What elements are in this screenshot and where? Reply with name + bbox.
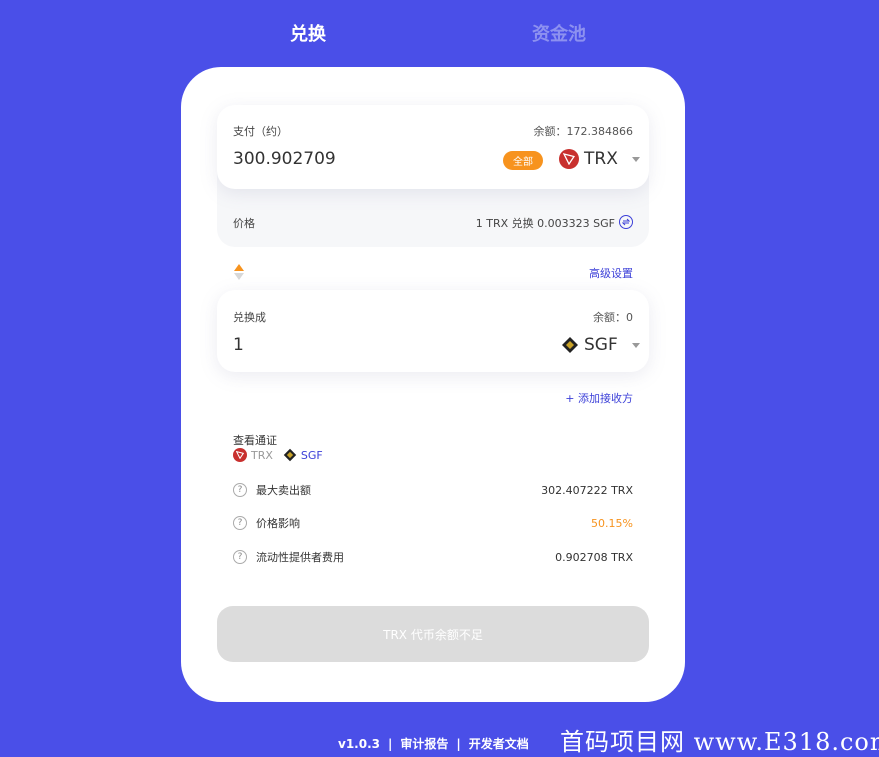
- detail-row-lp-fee: ? 流动性提供者费用: [233, 549, 344, 565]
- divider: |: [388, 736, 393, 751]
- chevron-down-icon: [631, 342, 640, 348]
- swap-direction-icon[interactable]: [233, 263, 245, 281]
- pay-token-name: TRX: [584, 149, 618, 169]
- receive-token-name: SGF: [584, 335, 618, 355]
- swap-card: 支付（约） 余额：172.384866 300.902709 全部 TRX 价格…: [181, 67, 685, 702]
- swap-rate-icon[interactable]: [619, 215, 633, 229]
- trx-icon: [559, 149, 579, 169]
- token-chip-trx[interactable]: TRX: [233, 448, 273, 462]
- trx-icon: [233, 448, 247, 462]
- developer-docs-link[interactable]: 开发者文档: [469, 735, 529, 752]
- receive-token-selector[interactable]: SGF: [561, 335, 640, 355]
- pay-amount-input[interactable]: 300.902709: [233, 149, 336, 169]
- help-icon[interactable]: ?: [233, 516, 247, 530]
- receive-panel: 兑换成 余额：0 1 SGF: [217, 290, 649, 372]
- sgf-icon: [561, 336, 579, 354]
- price-label: 价格: [233, 217, 255, 230]
- detail-row-max-sell: ? 最大卖出额: [233, 482, 311, 498]
- detail-value: 50.15%: [591, 517, 633, 530]
- sgf-icon: [283, 448, 297, 462]
- max-button[interactable]: 全部: [503, 151, 543, 170]
- tab-swap[interactable]: 兑换: [290, 20, 326, 46]
- detail-value: 0.902708 TRX: [555, 551, 633, 564]
- version-label: v1.0.3: [338, 736, 380, 751]
- tab-pool[interactable]: 资金池: [532, 20, 586, 46]
- add-recipient-link[interactable]: + 添加接收方: [565, 390, 633, 406]
- view-tokens-list: TRX SGF: [233, 448, 333, 462]
- audit-report-link[interactable]: 审计报告: [400, 735, 448, 752]
- divider: |: [456, 736, 461, 751]
- view-tokens-label: 查看通证: [233, 434, 277, 447]
- price-value: 1 TRX 兑换 0.003323 SGF: [475, 217, 615, 230]
- submit-button[interactable]: TRX 代币余额不足: [217, 606, 649, 662]
- receive-amount-input[interactable]: 1: [233, 335, 244, 355]
- detail-label: 价格影响: [256, 517, 300, 530]
- pay-token-selector[interactable]: TRX: [559, 149, 640, 169]
- token-chip-label: TRX: [251, 448, 273, 462]
- help-icon[interactable]: ?: [233, 550, 247, 564]
- token-chip-label: SGF: [300, 448, 323, 462]
- detail-label: 流动性提供者费用: [256, 551, 344, 564]
- pay-label: 支付（约）: [233, 125, 288, 138]
- token-chip-sgf[interactable]: SGF: [283, 448, 323, 462]
- detail-label: 最大卖出额: [256, 484, 311, 497]
- chevron-down-icon: [631, 156, 640, 162]
- help-icon[interactable]: ?: [233, 483, 247, 497]
- advanced-settings-link[interactable]: 高级设置: [589, 265, 633, 281]
- footer: v1.0.3 | 审计报告 | 开发者文档: [338, 735, 529, 752]
- pay-balance: 余额：172.384866: [533, 125, 633, 138]
- pay-panel: 支付（约） 余额：172.384866 300.902709 全部 TRX: [217, 105, 649, 189]
- detail-value: 302.407222 TRX: [541, 484, 633, 497]
- tab-bar: 兑换 资金池: [0, 18, 879, 48]
- detail-row-price-impact: ? 价格影响: [233, 515, 300, 531]
- receive-balance: 余额：0: [593, 311, 633, 324]
- receive-label: 兑换成: [233, 311, 266, 324]
